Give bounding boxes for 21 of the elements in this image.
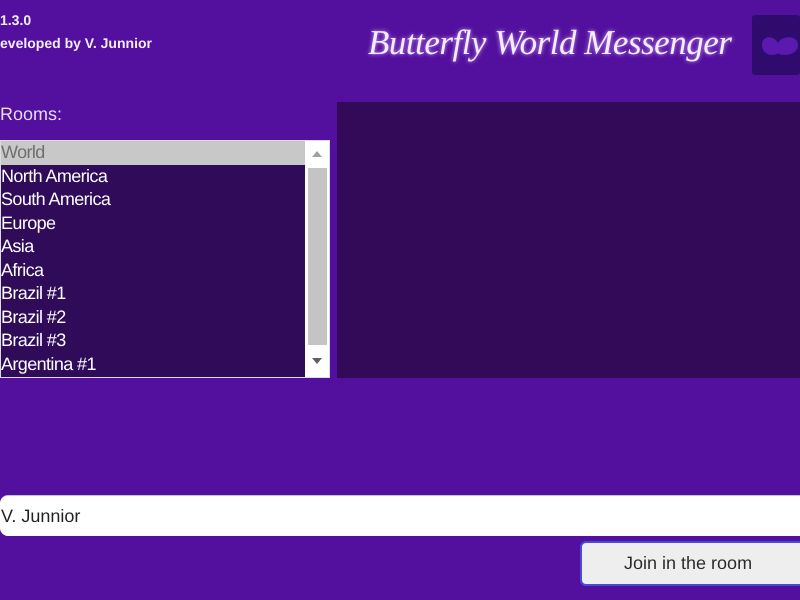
scrollbar-thumb[interactable] (308, 168, 326, 345)
scrollbar[interactable] (305, 141, 329, 377)
credit-text: eveloped by V. Junnior (0, 34, 152, 53)
logo-tile-icon (752, 15, 800, 75)
room-item[interactable]: Asia (1, 235, 305, 258)
name-input[interactable]: V. Junnior (0, 495, 800, 536)
room-item[interactable]: Brazil #1 (1, 282, 305, 306)
room-item[interactable]: Argentina #1 (1, 352, 305, 376)
app-title: Butterfly World Messenger (368, 22, 732, 64)
room-item[interactable]: South America (1, 188, 305, 212)
join-room-button[interactable]: Join in the room (580, 541, 800, 586)
room-item[interactable]: Brazil #3 (1, 329, 305, 352)
version-text: 1.3.0 (0, 11, 32, 30)
room-item[interactable]: Brazil #2 (1, 306, 305, 329)
scroll-down-arrow-icon[interactable] (312, 358, 322, 364)
rooms-listbox[interactable]: World North America South America Europe Asia Africa Brazil #1 Brazil #2 Brazil #3 Argentina #1 (0, 140, 330, 378)
rooms-label: Rooms: (0, 103, 62, 125)
room-item[interactable]: Europe (1, 212, 305, 235)
room-item[interactable]: Africa (1, 258, 305, 282)
scroll-up-arrow-icon[interactable] (312, 151, 322, 157)
room-item[interactable]: North America (1, 164, 305, 188)
